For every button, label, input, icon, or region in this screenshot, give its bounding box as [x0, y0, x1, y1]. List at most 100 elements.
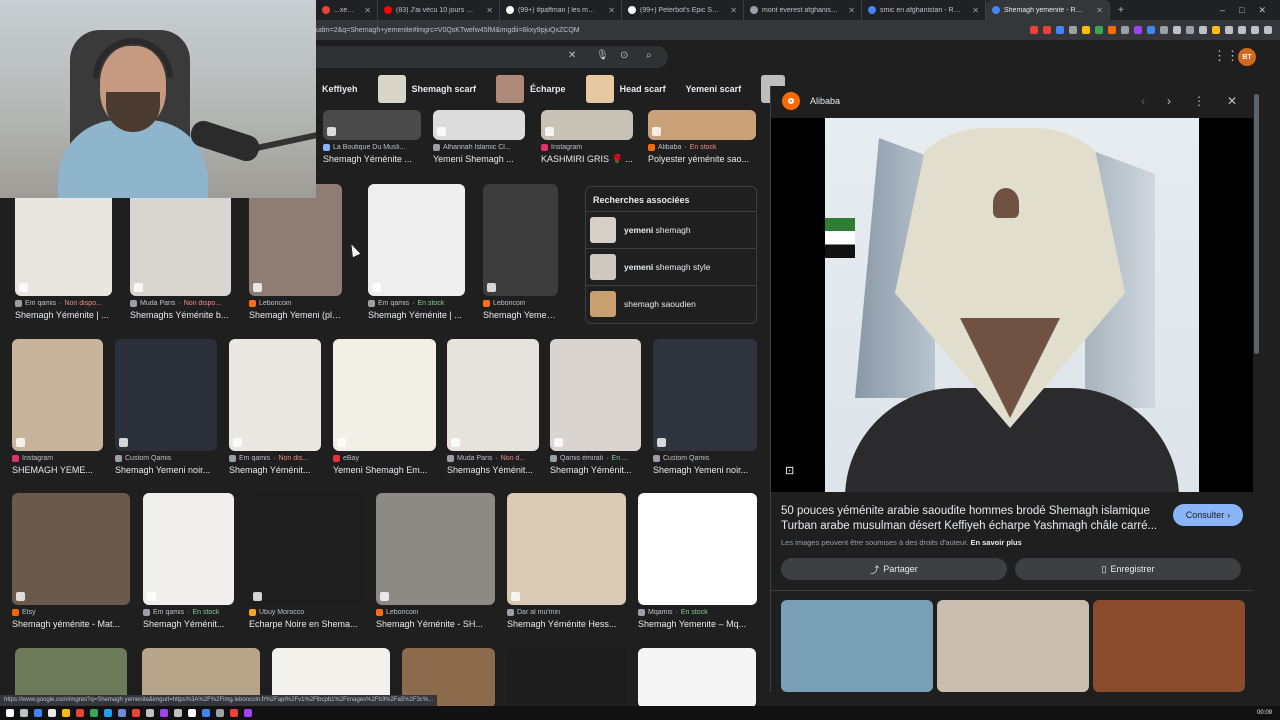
result-thumbnail[interactable] — [130, 184, 231, 296]
result-source[interactable]: Leboncoin — [483, 300, 558, 307]
result-source[interactable]: Qamis émirati · En ... — [550, 455, 641, 462]
browser-tab[interactable]: (83) J'ai vécu 10 jours avec les Taliba ✕ — [378, 0, 500, 20]
result-thumbnail[interactable] — [433, 110, 525, 140]
filter-chip[interactable]: Yemeni scarf — [679, 74, 750, 104]
related-image[interactable] — [781, 600, 933, 692]
related-image[interactable] — [1093, 600, 1245, 692]
maximize-icon[interactable]: □ — [1239, 5, 1244, 16]
google-apps-icon[interactable]: ⋮⋮ — [1213, 48, 1239, 64]
url-field[interactable]: udm=2&q=Shemagh+yemenite#imgrc=V0QsKTwef… — [316, 27, 580, 34]
result-thumbnail[interactable] — [115, 339, 217, 451]
preview-image[interactable] — [825, 118, 1199, 492]
image-result[interactable]: Muda Paris · Non dispo... Shemaghs Yéméni… — [130, 184, 231, 320]
result-thumbnail[interactable] — [507, 493, 626, 605]
image-result[interactable]: Em qamis · Non dis... Shemagh Yéménit... — [229, 339, 321, 475]
taskbar-app-icon[interactable] — [146, 709, 154, 717]
page-scrollbar[interactable] — [1253, 86, 1261, 692]
tab-close-icon[interactable]: ✕ — [972, 6, 979, 15]
extension-icon[interactable] — [1147, 26, 1155, 34]
result-source[interactable]: Em qamis · Non dis... — [229, 455, 321, 462]
next-icon[interactable]: › — [1167, 94, 1171, 108]
image-result[interactable]: Custom Qamis Shemagh Yemeni noir... — [653, 339, 757, 475]
visit-button[interactable]: Consulter › — [1173, 504, 1243, 526]
related-search-item[interactable]: yemeni shemagh style — [586, 248, 756, 285]
result-thumbnail[interactable] — [507, 648, 626, 708]
taskbar-app-icon[interactable] — [174, 709, 182, 717]
taskbar-app-icon[interactable] — [160, 709, 168, 717]
result-title[interactable]: Shemagh Yéménit... — [550, 465, 641, 475]
extension-icon[interactable] — [1134, 26, 1142, 34]
image-result[interactable]: Em qamis · En stock Shemagh Yéménite | ..… — [368, 184, 465, 320]
result-source[interactable]: Muda Paris · Non dispo... — [130, 300, 231, 307]
result-thumbnail[interactable] — [249, 493, 363, 605]
result-thumbnail[interactable] — [648, 110, 756, 140]
result-source[interactable]: Alhannah Islamic Cl... — [433, 144, 525, 151]
account-avatar[interactable]: BT — [1238, 48, 1256, 66]
taskbar-app-icon[interactable] — [216, 709, 224, 717]
filter-chip[interactable]: Écharpe — [490, 74, 574, 104]
extension-icon[interactable] — [1095, 26, 1103, 34]
tab-close-icon[interactable]: ✕ — [848, 6, 855, 15]
visual-search-icon[interactable]: ⊡ — [785, 464, 794, 477]
result-title[interactable]: Shemagh Yéménit... — [143, 619, 234, 629]
extension-icon[interactable] — [1264, 26, 1272, 34]
new-tab-button[interactable]: + — [1110, 5, 1132, 16]
related-search-item[interactable]: yemeni shemagh — [586, 211, 756, 248]
search-box[interactable]: ✕ 🎙 ⊙ ⌕ — [316, 46, 668, 68]
image-result[interactable]: Ubuy Morocco Echarpe Noire en Shema... — [249, 493, 363, 629]
taskbar-app-icon[interactable] — [6, 709, 14, 717]
result-source[interactable]: Leboncoin — [376, 609, 495, 616]
result-source[interactable]: Custom Qamis — [653, 455, 757, 462]
result-thumbnail[interactable] — [333, 339, 436, 451]
close-window-icon[interactable]: ✕ — [1258, 5, 1266, 16]
image-result[interactable]: Alhannah Islamic Cl... Yemeni Shemagh ... — [433, 110, 525, 164]
taskbar-app-icon[interactable] — [104, 709, 112, 717]
image-result[interactable]: Custom Qamis Shemagh Yemeni noir... — [115, 339, 217, 475]
result-title[interactable]: Shemagh Yéménit... — [229, 465, 321, 475]
result-source[interactable]: Em qamis · En stock — [143, 609, 234, 616]
result-source[interactable]: Mqamis · En stock — [638, 609, 757, 616]
result-source[interactable]: Alibaba · En stock — [648, 144, 756, 151]
extension-icon[interactable] — [1186, 26, 1194, 34]
result-thumbnail[interactable] — [638, 493, 757, 605]
tab-close-icon[interactable]: ✕ — [608, 6, 615, 15]
result-source[interactable]: Em qamis · En stock — [368, 300, 465, 307]
extension-icon[interactable] — [1251, 26, 1259, 34]
result-thumbnail[interactable] — [143, 493, 234, 605]
image-result[interactable]: Qamis émirati · En ... Shemagh Yéménit... — [550, 339, 641, 475]
taskbar-app-icon[interactable] — [34, 709, 42, 717]
result-thumbnail[interactable] — [447, 339, 539, 451]
image-result[interactable]: Leboncoin Shemagh Yéménite - SH... — [376, 493, 495, 629]
result-title[interactable]: Shemagh Yemeni noir... — [115, 465, 217, 475]
result-source[interactable]: Custom Qamis — [115, 455, 217, 462]
previous-icon[interactable]: ‹ — [1141, 94, 1145, 108]
browser-tab[interactable]: ...xe FLASH | Un ✕ — [316, 0, 378, 20]
result-title[interactable]: Echarpe Noire en Shema... — [249, 619, 363, 629]
result-thumbnail[interactable] — [550, 339, 641, 451]
result-thumbnail[interactable] — [368, 184, 465, 296]
image-result[interactable]: Em qamis · Non dispo... Shemagh Yéménite … — [15, 184, 112, 320]
taskbar-app-icon[interactable] — [230, 709, 238, 717]
taskbar-app-icon[interactable] — [118, 709, 126, 717]
filter-chip[interactable]: Shemagh scarf — [371, 74, 485, 104]
filter-chip[interactable]: Keffiyeh — [316, 74, 366, 104]
result-source[interactable]: Instagram — [12, 455, 103, 462]
result-source[interactable]: Em qamis · Non dispo... — [15, 300, 112, 307]
result-title[interactable]: Shemagh Yemeni (... — [483, 310, 558, 320]
preview-site-name[interactable]: Alibaba — [810, 96, 840, 106]
extension-icon[interactable] — [1108, 26, 1116, 34]
result-thumbnail[interactable] — [12, 339, 103, 451]
browser-tab[interactable]: smic en afghanistan - Recherche Go ✕ — [862, 0, 986, 20]
result-thumbnail[interactable] — [323, 110, 421, 140]
result-title[interactable]: Shemagh Yéménite ... — [323, 154, 421, 164]
taskbar-app-icon[interactable] — [202, 709, 210, 717]
share-button[interactable]: ⤴ Partager — [781, 558, 1007, 580]
extension-icon[interactable] — [1212, 26, 1220, 34]
result-thumbnail[interactable] — [15, 184, 112, 296]
result-title[interactable]: KASHMIRI GRIS 🌹 ... — [541, 154, 633, 165]
extension-icon[interactable] — [1225, 26, 1233, 34]
image-result[interactable]: Alibaba · En stock Polyester yéménite sao… — [648, 110, 756, 164]
image-result[interactable]: Muda Paris · Non d... Shemaghs Yéménit... — [447, 339, 539, 475]
voice-search-icon[interactable]: 🎙 — [596, 50, 609, 61]
taskbar-app-icon[interactable] — [76, 709, 84, 717]
